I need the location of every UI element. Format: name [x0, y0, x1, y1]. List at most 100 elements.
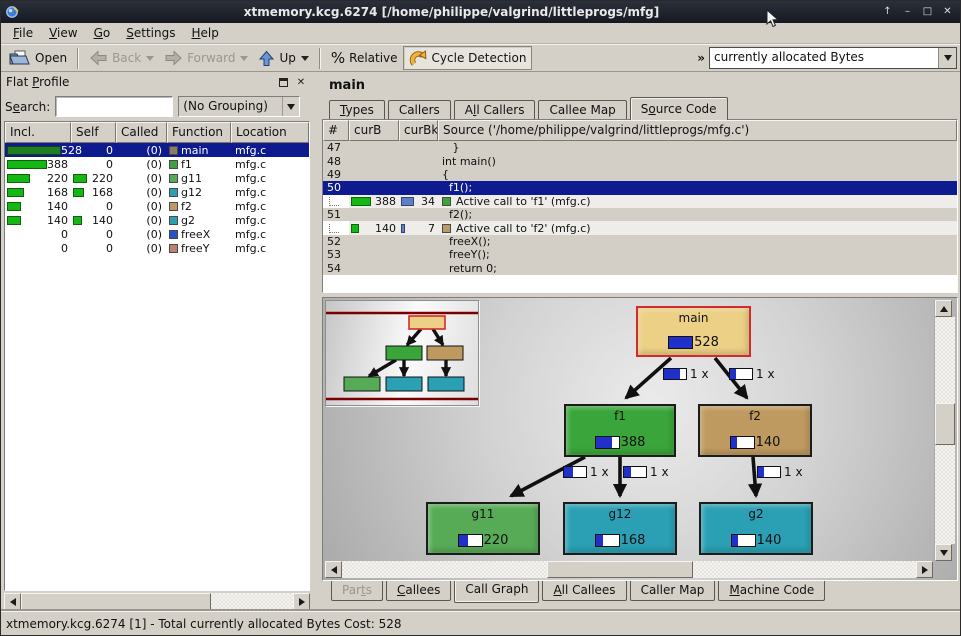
- source-line[interactable]: 49 {: [323, 168, 957, 181]
- table-row-g11[interactable]: 220 220 (0) g11 mfg.c: [5, 171, 309, 185]
- column-header-function[interactable]: Function: [167, 122, 231, 143]
- back-button[interactable]: Back: [84, 46, 159, 70]
- column-header-self[interactable]: Self: [71, 122, 116, 143]
- event-type-dropdown-button[interactable]: [938, 48, 956, 68]
- graph-node-f1[interactable]: f1 388: [564, 404, 676, 457]
- graph-hscrollbar[interactable]: [325, 561, 933, 578]
- scroll-track[interactable]: [935, 317, 955, 544]
- maximize-button[interactable]: □: [919, 5, 936, 20]
- scroll-thumb[interactable]: [547, 561, 693, 578]
- cycle-detection-label: Cycle Detection: [432, 51, 527, 65]
- float-panel-icon[interactable]: [276, 76, 290, 88]
- active-call-line-f1[interactable]: 388 34 Active call to 'f1' (mfg.c): [323, 195, 957, 208]
- panel-splitter[interactable]: [313, 72, 320, 611]
- source-line[interactable]: 47 }: [323, 141, 957, 154]
- column-header-called[interactable]: Called: [116, 122, 167, 143]
- event-type-combobox[interactable]: currently allocated Bytes: [709, 47, 957, 69]
- grouping-combobox[interactable]: (No Grouping): [178, 96, 300, 117]
- graph-node-g12[interactable]: g12 168: [563, 502, 677, 555]
- tab-callers[interactable]: Callers: [388, 100, 451, 119]
- active-call-line-f2[interactable]: 140 7 Active call to 'f2' (mfg.c): [323, 221, 957, 234]
- tab-types[interactable]: Types: [329, 100, 385, 119]
- tab-callees[interactable]: Callees: [386, 581, 451, 601]
- scroll-right-button[interactable]: [916, 561, 933, 578]
- menu-settings[interactable]: Settings: [118, 24, 183, 42]
- scroll-left-button[interactable]: [325, 561, 342, 578]
- up-button[interactable]: Up: [253, 46, 313, 70]
- call-cost-bar: [623, 466, 647, 478]
- scroll-down-button[interactable]: [935, 544, 952, 561]
- tab-source-code[interactable]: Source Code: [630, 97, 728, 120]
- function-color-swatch: [169, 160, 178, 169]
- toolbar-overflow-chevron[interactable]: »: [693, 51, 709, 65]
- column-header-curbk[interactable]: curBk: [399, 120, 438, 141]
- table-row-f2[interactable]: 140 0 (0) f2 mfg.c: [5, 199, 309, 213]
- tab-callee-map[interactable]: Callee Map: [538, 100, 626, 119]
- table-row-g2[interactable]: 140 140 (0) g2 mfg.c: [5, 213, 309, 227]
- source-line-selected[interactable]: 50 f1();: [323, 181, 957, 194]
- source-line[interactable]: 48 int main(): [323, 154, 957, 167]
- edge-f2-g2[interactable]: [753, 457, 756, 496]
- flat-profile-hscrollbar[interactable]: [4, 593, 310, 610]
- tab-machine-code[interactable]: Machine Code: [718, 581, 825, 601]
- source-line[interactable]: 54 return 0;: [323, 262, 957, 275]
- relative-toggle[interactable]: % Relative: [326, 46, 403, 70]
- column-header-line[interactable]: #: [323, 120, 349, 141]
- tab-parts[interactable]: Parts: [331, 581, 383, 601]
- main-body: Flat Profile ✕ Search: (No Grouping) Inc…: [1, 72, 960, 611]
- table-header: Incl. Self Called Function Location: [5, 122, 309, 143]
- graph-vscrollbar[interactable]: [934, 300, 955, 561]
- tab-all-callees[interactable]: All Callees: [542, 581, 626, 601]
- table-row-g12[interactable]: 168 168 (0) g12 mfg.c: [5, 185, 309, 199]
- scroll-left-button[interactable]: [4, 593, 21, 610]
- graph-node-f2[interactable]: f2 140: [698, 404, 812, 457]
- toolbar-separator: [319, 48, 321, 69]
- forward-button[interactable]: Forward: [159, 46, 253, 70]
- cost-bar: [73, 188, 84, 197]
- table-row-main[interactable]: 528 0 (0) main mfg.c: [5, 143, 309, 157]
- column-header-incl[interactable]: Incl.: [5, 122, 71, 143]
- menu-view[interactable]: View: [41, 24, 85, 42]
- cycle-detection-toggle[interactable]: Cycle Detection: [403, 46, 533, 70]
- graph-overview-minimap[interactable]: [325, 300, 479, 406]
- search-label: Search:: [5, 100, 50, 114]
- menu-file[interactable]: File: [5, 24, 41, 42]
- tab-call-graph[interactable]: Call Graph: [454, 580, 539, 603]
- graph-node-g2[interactable]: g2 140: [699, 502, 813, 555]
- source-line[interactable]: 52 freeX();: [323, 235, 957, 248]
- scroll-track[interactable]: [21, 593, 293, 610]
- graph-node-g11[interactable]: g11 220: [426, 502, 540, 555]
- open-button[interactable]: Open: [4, 46, 72, 70]
- graph-node-main[interactable]: main 528: [636, 306, 751, 357]
- shade-button[interactable]: ↑: [879, 5, 896, 20]
- cost-bar: [7, 160, 47, 169]
- tab-all-callers[interactable]: All Callers: [454, 100, 536, 119]
- close-button[interactable]: ✕: [939, 5, 956, 20]
- table-row-freeY[interactable]: 0 0 (0) freeY mfg.c: [5, 241, 309, 255]
- scroll-thumb[interactable]: [935, 403, 955, 445]
- tab-caller-map[interactable]: Caller Map: [630, 581, 716, 601]
- source-line[interactable]: 51 f2();: [323, 208, 957, 221]
- minimap-node-g11: [344, 377, 380, 391]
- grouping-dropdown-button[interactable]: [282, 97, 299, 116]
- call-graph-view[interactable]: main 528 f1 388 f2 140 g11 220 g12 168: [322, 297, 958, 581]
- source-line[interactable]: 53 freeY();: [323, 248, 957, 261]
- search-input[interactable]: [55, 96, 173, 117]
- column-header-location[interactable]: Location: [231, 122, 309, 143]
- edge-label-f1-g11: 1 x: [563, 465, 609, 479]
- column-header-curb[interactable]: curB: [349, 120, 399, 141]
- menu-go[interactable]: Go: [86, 24, 119, 42]
- menu-help[interactable]: Help: [183, 24, 226, 42]
- table-row-freeX[interactable]: 0 0 (0) freeX mfg.c: [5, 227, 309, 241]
- table-row-f1[interactable]: 388 0 (0) f1 mfg.c: [5, 157, 309, 171]
- scroll-thumb[interactable]: [21, 593, 211, 610]
- scroll-up-button[interactable]: [935, 300, 952, 317]
- column-header-source[interactable]: Source ('/home/philippe/valgrind/littlep…: [438, 120, 957, 141]
- scroll-right-button[interactable]: [293, 593, 310, 610]
- scroll-track[interactable]: [342, 561, 916, 578]
- close-panel-icon[interactable]: ✕: [294, 76, 308, 88]
- forward-arrow-icon: [164, 50, 183, 66]
- app-window: xtmemory.kcg.6274 [/home/philippe/valgri…: [0, 0, 961, 636]
- minimize-button[interactable]: –: [899, 5, 916, 20]
- function-color-swatch: [169, 188, 178, 197]
